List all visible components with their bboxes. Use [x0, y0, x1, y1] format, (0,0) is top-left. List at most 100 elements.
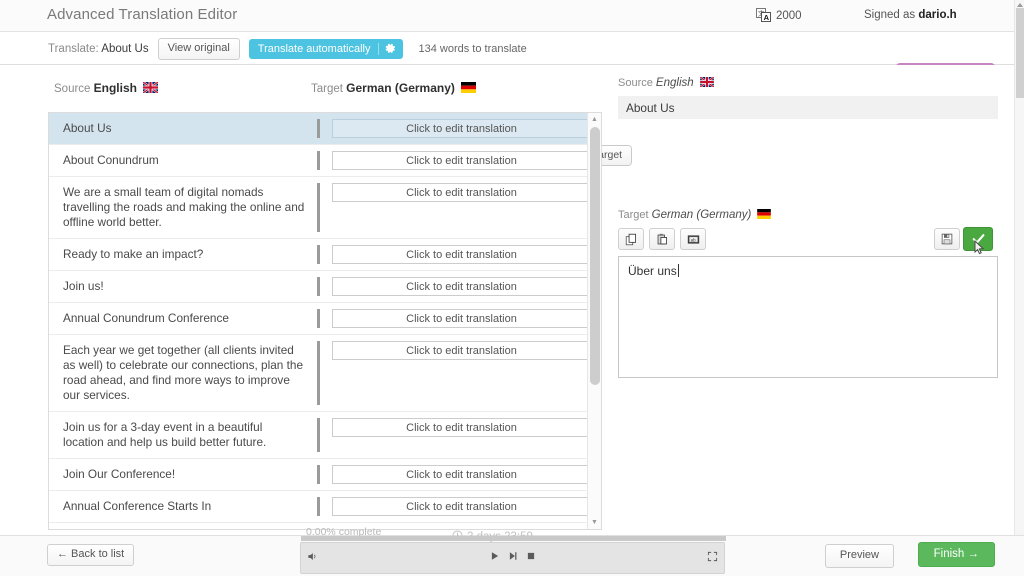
segment-translation-input[interactable]: Click to edit translation — [332, 418, 591, 437]
text-caret — [677, 264, 679, 277]
segment-row[interactable]: Annual Conference Starts In Click to edit… — [49, 491, 601, 523]
segment-translation-input[interactable]: Click to edit translation — [332, 183, 591, 202]
uk-flag-icon — [142, 81, 159, 94]
target-translation-textarea[interactable]: Über uns — [618, 256, 998, 378]
view-original-button[interactable]: View original — [157, 37, 240, 60]
scroll-down-arrow[interactable]: ▼ — [588, 516, 601, 529]
editor-source-language: English — [655, 77, 694, 89]
segments-scrollbar[interactable]: ▲ ▼ — [587, 113, 601, 529]
segment-source-text: Join Our Conference! — [63, 467, 176, 481]
segment-source-text: Join us for a 3-day event in a beautiful… — [63, 420, 267, 449]
segments-scroll-area: About Us Click to edit translation About C… — [49, 113, 601, 529]
stop-icon[interactable] — [526, 551, 536, 564]
target-translation-text: Über uns — [628, 264, 677, 278]
words-to-translate-count: 134 words to translate — [418, 42, 527, 55]
editor-toolbar: ab — [618, 227, 998, 255]
source-label: Source — [54, 83, 91, 95]
segment-source-text: Annual Conundrum Conference — [63, 311, 229, 325]
translate-breadcrumb: Translate: About Us — [48, 43, 149, 55]
credits-count: 2000 — [776, 9, 802, 22]
target-label: Target — [311, 83, 343, 95]
next-track-icon[interactable] — [508, 551, 518, 564]
segment-translation-input[interactable]: Click to edit translation — [332, 245, 591, 264]
page-scrollbar-thumb[interactable] — [1016, 8, 1024, 98]
segment-row[interactable]: Join Our Conference! Click to edit transl… — [49, 459, 601, 491]
segment-translation-input[interactable]: Click to edit translation — [332, 341, 591, 360]
scrollbar-thumb[interactable] — [590, 127, 600, 385]
confirm-translation-button[interactable] — [963, 227, 993, 255]
segment-source-text: DAYS — [49, 523, 317, 529]
target-language-name: German (Germany) — [346, 81, 455, 95]
segment-target-cell: Click to edit translation — [320, 459, 601, 490]
translate-icon: 文 A — [756, 8, 771, 23]
segment-translation-input[interactable]: Click to edit translation — [332, 465, 591, 484]
segment-translation-input[interactable]: Click to edit translation — [332, 277, 591, 296]
top-header-bar: Advanced Translation Editor 文 A 2000 Sig… — [0, 0, 1024, 32]
segment-source-text: We are a small team of digital nomads tr… — [63, 185, 305, 229]
segments-pane: About Us Click to edit translation About C… — [48, 112, 602, 530]
segment-row[interactable]: Join us! Click to edit translation — [49, 271, 601, 303]
segment-row[interactable]: Each year we get together (all clients i… — [49, 335, 601, 412]
expand-icon[interactable] — [707, 551, 718, 565]
segment-row[interactable]: Join us for a 3-day event in a beautiful… — [49, 412, 601, 459]
segment-translation-input[interactable]: Click to edit translation — [332, 119, 591, 138]
editor-source-label: Source — [618, 77, 653, 89]
translate-page-name: About Us — [101, 42, 149, 55]
page-scrollbar[interactable] — [1014, 0, 1024, 576]
segment-target-cell: Click to edit translation — [320, 412, 601, 443]
translate-automatically-button[interactable]: Translate automatically — [248, 38, 404, 59]
play-icon[interactable] — [490, 551, 500, 564]
segment-target-cell: Click to edit translation — [320, 177, 601, 208]
germany-flag-icon — [461, 82, 477, 93]
segment-source-text: Ready to make an impact? — [63, 247, 204, 261]
segment-target-cell: Click to edit translation — [320, 491, 601, 522]
segment-source-text: About Conundrum — [63, 153, 159, 167]
signed-prefix: Signed as — [864, 9, 919, 21]
paste-icon[interactable] — [649, 228, 675, 250]
segment-row[interactable]: About Us Click to edit translation — [49, 113, 601, 145]
player-seek-bar[interactable] — [301, 536, 726, 541]
translation-editor-app: Advanced Translation Editor 文 A 2000 Sig… — [0, 0, 1024, 576]
uk-flag-icon — [699, 76, 715, 88]
segment-target-cell: Click to edit translation — [320, 113, 601, 144]
editor-target-language: German (Germany) — [651, 209, 752, 221]
segment-target-cell: Click to edit translation — [320, 145, 601, 176]
preview-button[interactable]: Preview — [824, 544, 894, 568]
workspace: Source English Target German (Germany) T… — [0, 65, 1024, 535]
segment-source-text: Annual Conference Starts In — [63, 499, 212, 513]
segment-translation-input[interactable]: Click to edit translation — [332, 309, 591, 328]
translate-prefix: Translate: — [48, 42, 102, 55]
segment-row[interactable]: Annual Conundrum Conference Click to edit… — [49, 303, 601, 335]
segment-target-cell: Click to edit translation — [320, 523, 601, 529]
target-language-header: Target German (Germany) — [311, 81, 477, 95]
editor-source-header: Source English — [618, 76, 998, 89]
segment-row[interactable]: DAYSClick to edit translation — [49, 523, 601, 529]
segment-translation-input[interactable]: Click to edit translation — [332, 497, 591, 516]
segment-target-cell: Click to edit translation — [320, 335, 601, 366]
svg-text:A: A — [764, 13, 770, 22]
floppy-save-icon[interactable] — [934, 228, 960, 250]
dictionary-icon[interactable]: ab — [680, 228, 706, 250]
page-title: Advanced Translation Editor — [47, 6, 238, 23]
segment-source-text: Each year we get together (all clients i… — [63, 343, 304, 402]
finish-button[interactable]: Finish → — [917, 542, 995, 567]
segment-row[interactable]: Ready to make an impact? Click to edit tr… — [49, 239, 601, 271]
volume-icon[interactable] — [307, 551, 318, 565]
signed-in-status: Signed as dario.h — [864, 9, 957, 21]
gear-icon[interactable] — [379, 40, 402, 58]
segment-editor-panel: Source English About Us Target German (G… — [618, 76, 998, 537]
segment-source-text: About Us — [63, 121, 112, 135]
copy-icon[interactable] — [618, 228, 644, 250]
segment-source-text: Join us! — [63, 279, 104, 293]
scroll-up-arrow[interactable]: ▲ — [588, 113, 601, 126]
signed-username[interactable]: dario.h — [918, 9, 956, 21]
segment-target-cell: Click to edit translation — [320, 239, 601, 270]
svg-text:ab: ab — [690, 237, 695, 242]
back-to-list-button[interactable]: ← Back to list — [47, 544, 135, 566]
segment-translation-input[interactable]: Click to edit translation — [332, 151, 591, 170]
segment-row[interactable]: About Conundrum Click to edit translation — [49, 145, 601, 177]
segment-row[interactable]: We are a small team of digital nomads tr… — [49, 177, 601, 239]
germany-flag-icon — [757, 209, 772, 220]
translate-automatically-label: Translate automatically — [257, 42, 371, 55]
page-scroll-up-arrow[interactable] — [1017, 3, 1023, 7]
